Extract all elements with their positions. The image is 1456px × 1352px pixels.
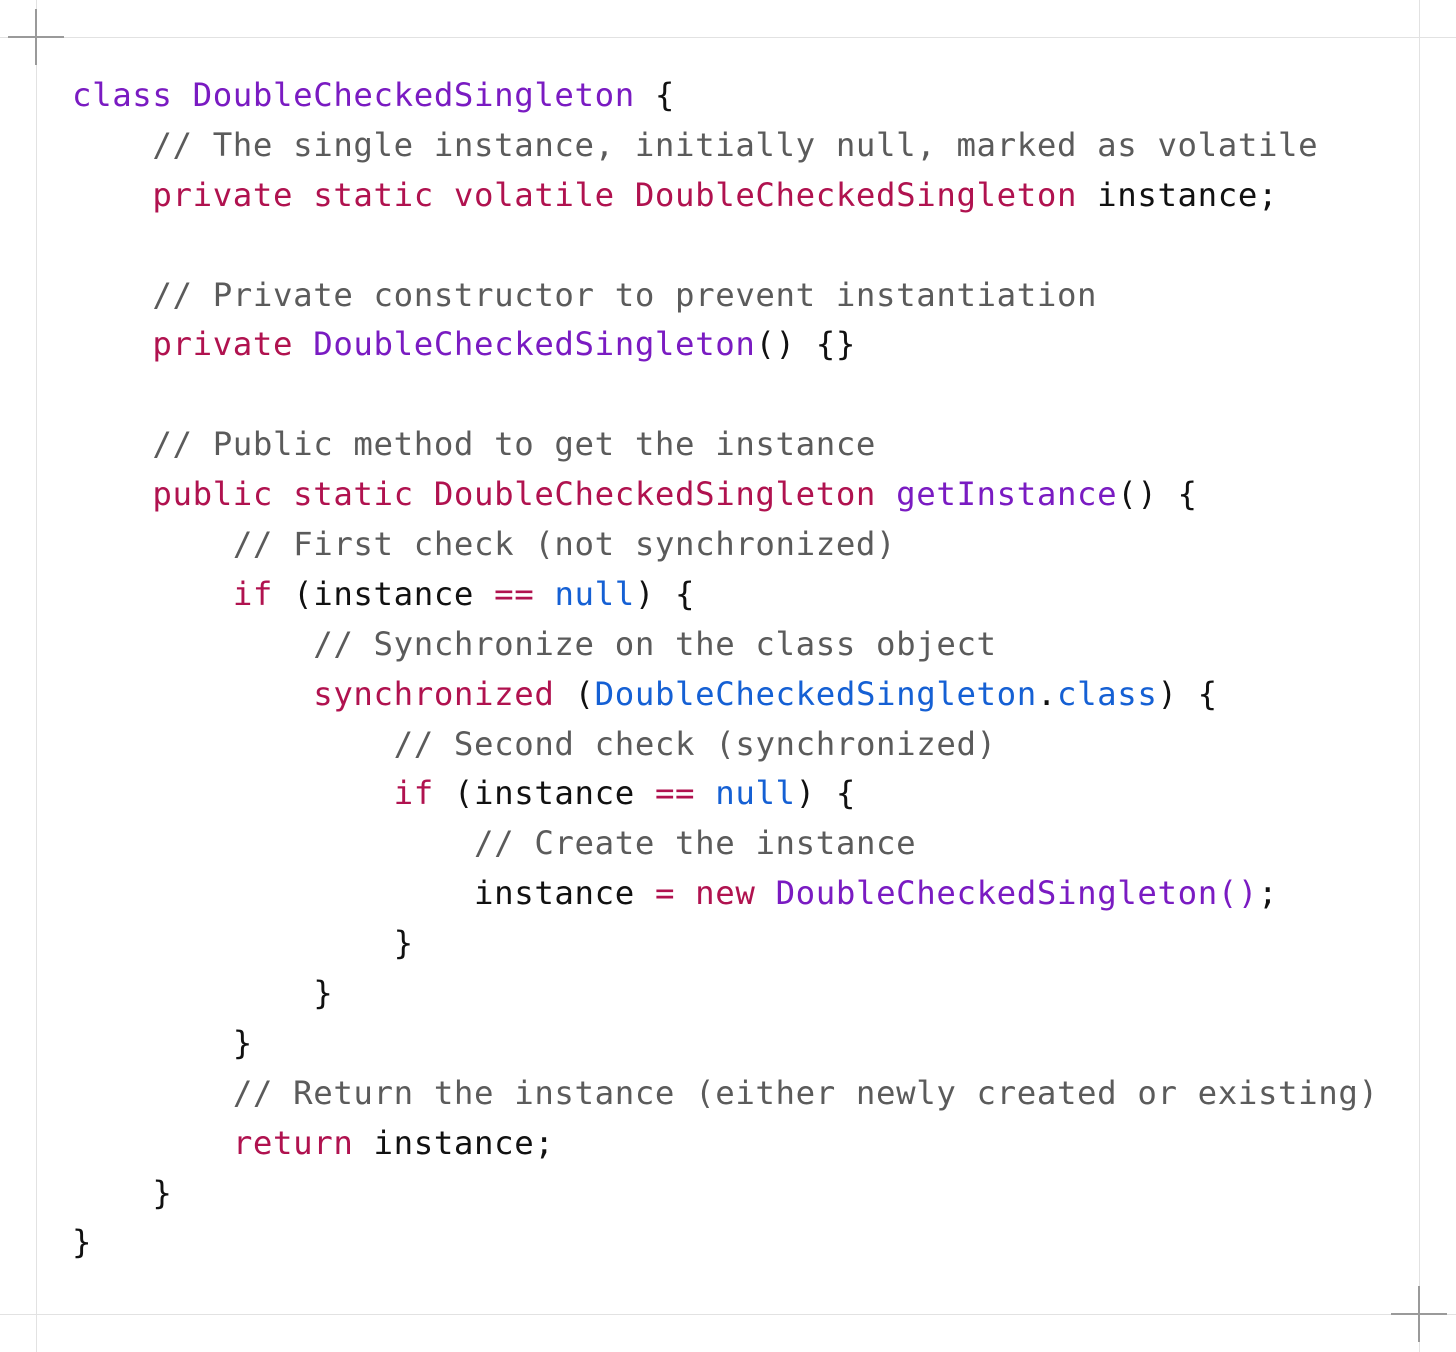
crosshair-top-left-icon [8, 9, 64, 65]
code-token-plain: instance; [353, 1123, 555, 1162]
code-token-comment: // Synchronize on the class object [313, 624, 997, 663]
code-token-plain: } [72, 1173, 173, 1212]
code-token-comment: // Create the instance [474, 824, 917, 863]
code-token-keyword: public static DoubleCheckedSingleton [152, 475, 897, 514]
code-line: instance = new DoubleCheckedSingleton(); [72, 869, 1379, 919]
crosshair-bottom-right-icon [1391, 1286, 1447, 1342]
code-line: return instance; [72, 1119, 1379, 1169]
code-token-plain: } [72, 924, 414, 963]
code-token-keyword: synchronized [313, 674, 555, 713]
code-line: } [72, 1019, 1379, 1069]
code-token-plain: ) { [795, 774, 856, 813]
code-line: if (instance == null) { [72, 769, 1379, 819]
code-token-type: getInstance [896, 475, 1118, 514]
code-line: public static DoubleCheckedSingleton get… [72, 470, 1379, 520]
frame-bottom-line [0, 1314, 1456, 1315]
code-token-plain: ( [554, 674, 595, 713]
code-token-keyword: == [654, 774, 696, 813]
frame-left-line [36, 0, 37, 1352]
code-token-plain: . [1036, 674, 1057, 713]
code-token-plain: ) { [1157, 674, 1218, 713]
code-token-comment: // Private constructor to prevent instan… [152, 275, 1098, 314]
code-token-lit: DoubleCheckedSingleton [594, 674, 1037, 713]
code-line: if (instance == null) { [72, 570, 1379, 620]
code-token-keyword: = [654, 874, 676, 913]
code-token-keyword: if [393, 774, 434, 813]
code-token-comment: // Public method to get the instance [152, 425, 877, 464]
frame-right-line [1419, 0, 1420, 1352]
code-token-type: DoubleCheckedSingleton [313, 325, 756, 364]
code-token-plain: (instance [433, 774, 655, 813]
code-line: private static volatile DoubleCheckedSin… [72, 171, 1379, 221]
code-token-lit: class [1056, 674, 1158, 713]
code-line: // Synchronize on the class object [72, 620, 1379, 670]
code-line: // Public method to get the instance [72, 420, 1379, 470]
code-token-lit: null [554, 574, 635, 613]
code-token-keyword: new [695, 874, 756, 913]
code-token-keyword: private static volatile DoubleCheckedSin… [152, 175, 1078, 214]
code-token-plain: (instance [273, 574, 495, 613]
code-line: // Create the instance [72, 819, 1379, 869]
code-token-plain: () { [1117, 475, 1198, 514]
code-token-type: class [72, 76, 193, 114]
code-line: } [72, 969, 1379, 1019]
code-token-plain: } [72, 1023, 253, 1062]
frame-top-line [0, 37, 1456, 38]
code-line: } [72, 1169, 1379, 1219]
code-token-plain: } [72, 974, 334, 1013]
code-token-comment: // First check (not synchronized) [232, 525, 897, 564]
code-token-plain: instance; [1077, 175, 1279, 214]
code-token-type: DoubleCheckedSingleton() [775, 874, 1258, 913]
code-token-comment: // The single instance, initially null, … [152, 125, 1319, 164]
code-block: class DoubleCheckedSingleton { // The si… [72, 71, 1379, 1268]
code-token-keyword: private [152, 325, 314, 364]
code-line: private DoubleCheckedSingleton() {} [72, 320, 1379, 370]
code-line: synchronized (DoubleCheckedSingleton.cla… [72, 670, 1379, 720]
code-token-plain: ) { [634, 574, 696, 613]
code-line: } [72, 1218, 1379, 1268]
code-token-comment: // Return the instance (either newly cre… [232, 1073, 1379, 1112]
code-line: // First check (not synchronized) [72, 520, 1379, 570]
code-line: // Return the instance (either newly cre… [72, 1069, 1379, 1119]
code-token-plain: () {} [755, 325, 856, 364]
code-line: } [72, 919, 1379, 969]
code-token-comment: // Second check (synchronized) [393, 724, 997, 763]
code-token-plain: } [72, 1223, 93, 1262]
code-token-keyword: == [494, 574, 535, 613]
code-line: // Second check (synchronized) [72, 720, 1379, 770]
code-line: class DoubleCheckedSingleton { [72, 71, 1379, 121]
code-token-keyword: if [232, 574, 274, 613]
code-line: // Private constructor to prevent instan… [72, 271, 1379, 321]
code-token-plain: instance [72, 874, 655, 913]
code-token-keyword: return [232, 1123, 354, 1162]
code-token-type: DoubleCheckedSingleton [192, 76, 635, 114]
code-line: // The single instance, initially null, … [72, 121, 1379, 171]
code-token-plain: { [634, 76, 676, 114]
code-token-plain: ; [1258, 874, 1279, 913]
code-token-lit: null [715, 774, 796, 813]
